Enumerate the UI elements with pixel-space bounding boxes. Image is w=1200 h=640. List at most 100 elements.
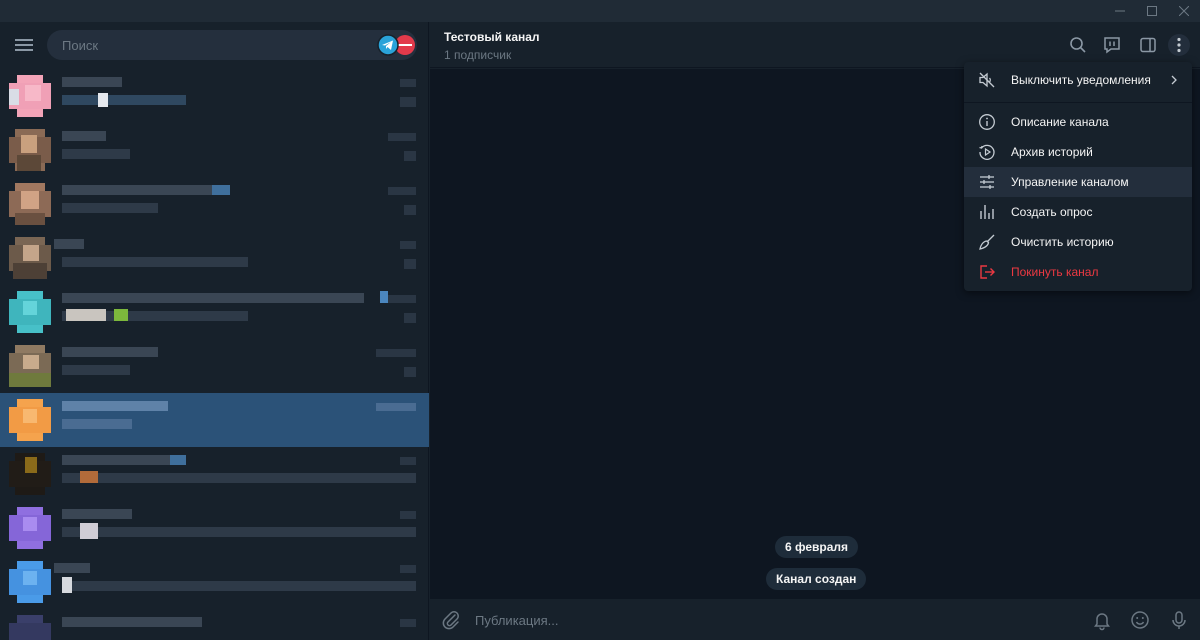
- chat-name-redacted: [62, 293, 364, 303]
- message-composer: Публикация...: [430, 600, 1200, 640]
- chat-preview-redacted: [114, 309, 128, 321]
- subscriber-count: 1 подписчик: [444, 48, 512, 62]
- more-vertical-icon: [1177, 37, 1181, 53]
- chat-badge-redacted: [400, 97, 416, 107]
- chat-list-item[interactable]: [0, 447, 429, 501]
- chat-name-redacted: [62, 131, 106, 141]
- menu-item-channel-info[interactable]: Описание канала: [964, 107, 1192, 137]
- menu-item-label: Создать опрос: [1011, 205, 1093, 219]
- composer-input[interactable]: Публикация...: [475, 613, 558, 628]
- chat-list-item[interactable]: [0, 609, 429, 640]
- sliders-icon: [980, 175, 994, 189]
- chat-time-redacted: [388, 133, 416, 141]
- leave-icon: [980, 265, 995, 279]
- chat-list-item[interactable]: [0, 177, 429, 231]
- chat-time-redacted: [400, 241, 416, 249]
- chat-list-item[interactable]: [0, 339, 429, 393]
- channel-menu-dropdown: Выключить уведомления Описание канала Ар…: [964, 62, 1192, 291]
- chat-time-redacted: [376, 349, 416, 357]
- chat-list-item[interactable]: [0, 69, 429, 123]
- chat-list-item[interactable]: [0, 123, 429, 177]
- avatar: [9, 399, 51, 441]
- more-options-button[interactable]: [1168, 34, 1190, 56]
- menu-item-manage-channel[interactable]: Управление каналом: [964, 167, 1192, 197]
- sidebar-toggle-button[interactable]: [1137, 34, 1159, 56]
- menu-item-stories-archive[interactable]: Архив историй: [964, 137, 1192, 167]
- bell-icon[interactable]: [1091, 609, 1113, 631]
- chat-time-redacted: [376, 403, 416, 411]
- chat-preview-redacted: [62, 257, 248, 267]
- chat-preview-redacted: [80, 471, 98, 483]
- minimize-button[interactable]: [1104, 0, 1136, 22]
- avatar: [9, 183, 51, 225]
- channel-title[interactable]: Тестовый канал: [444, 30, 540, 44]
- account-avatars-icon[interactable]: [377, 34, 417, 56]
- chat-preview-redacted: [62, 203, 158, 213]
- menu-icon[interactable]: [14, 36, 34, 54]
- comments-button[interactable]: [1101, 34, 1123, 56]
- chat-list-item[interactable]: [0, 285, 429, 339]
- attach-icon[interactable]: [440, 609, 462, 631]
- chat-name-redacted: [54, 563, 90, 573]
- menu-item-label: Описание канала: [1011, 115, 1109, 129]
- chat-name-redacted: [212, 185, 230, 195]
- chat-list-panel: Поиск: [0, 22, 429, 640]
- chat-preview-redacted: [62, 419, 132, 429]
- comments-icon: [1104, 37, 1120, 54]
- avatar: [9, 507, 51, 549]
- chat-name-redacted: [62, 401, 168, 411]
- avatar: [9, 237, 51, 279]
- menu-item-mute[interactable]: Выключить уведомления: [964, 65, 1192, 95]
- menu-item-leave-channel[interactable]: Покинуть канал: [964, 257, 1192, 287]
- avatar: [9, 453, 51, 495]
- avatar: [9, 561, 51, 603]
- chat-name-redacted: [62, 617, 202, 627]
- chat-name-redacted: [380, 291, 388, 303]
- menu-item-label: Архив историй: [1011, 145, 1093, 159]
- search-icon: [1070, 37, 1086, 53]
- search-button[interactable]: [1067, 34, 1089, 56]
- chat-list-item[interactable]: [0, 555, 429, 609]
- search-input[interactable]: Поиск: [47, 30, 417, 60]
- menu-item-create-poll[interactable]: Создать опрос: [964, 197, 1192, 227]
- service-message: Канал создан: [766, 568, 867, 590]
- chat-list-item[interactable]: [0, 501, 429, 555]
- emoji-icon[interactable]: [1129, 609, 1151, 631]
- chat-preview-redacted: [62, 149, 130, 159]
- chat-badge-redacted: [404, 367, 416, 377]
- chat-time-redacted: [400, 565, 416, 573]
- avatar: [9, 291, 51, 333]
- chat-name-redacted: [54, 239, 84, 249]
- chat-time-redacted: [400, 511, 416, 519]
- sidebar-icon: [1140, 37, 1156, 53]
- chat-time-redacted: [400, 619, 416, 627]
- chevron-right-icon: [1171, 75, 1177, 85]
- maximize-icon: [1147, 6, 1157, 16]
- chat-preview-redacted: [62, 365, 130, 375]
- search-placeholder: Поиск: [62, 38, 99, 53]
- chat-list: [0, 69, 429, 640]
- menu-item-label: Выключить уведомления: [1011, 73, 1151, 87]
- chat-time-redacted: [400, 79, 416, 87]
- chat-preview-redacted: [62, 527, 416, 537]
- chat-name-redacted: [170, 455, 186, 465]
- chat-time-redacted: [388, 295, 416, 303]
- menu-item-label: Управление каналом: [1011, 175, 1129, 189]
- chat-list-item[interactable]: [0, 231, 429, 285]
- menu-item-label: Покинуть канал: [1011, 265, 1099, 279]
- chat-preview-redacted: [62, 581, 416, 591]
- chat-name-redacted: [62, 77, 122, 87]
- chat-list-item-active[interactable]: [0, 393, 429, 447]
- close-button[interactable]: [1168, 0, 1200, 22]
- chat-preview-redacted: [62, 473, 416, 483]
- avatar: [9, 345, 51, 387]
- maximize-button[interactable]: [1136, 0, 1168, 22]
- menu-item-clear-history[interactable]: Очистить историю: [964, 227, 1192, 257]
- chat-time-redacted: [388, 187, 416, 195]
- info-icon: [979, 114, 995, 130]
- chat-preview-redacted: [66, 309, 106, 321]
- stories-archive-icon: [979, 144, 995, 160]
- chat-name-redacted: [62, 455, 186, 465]
- chat-time-redacted: [400, 457, 416, 465]
- microphone-icon[interactable]: [1168, 609, 1190, 631]
